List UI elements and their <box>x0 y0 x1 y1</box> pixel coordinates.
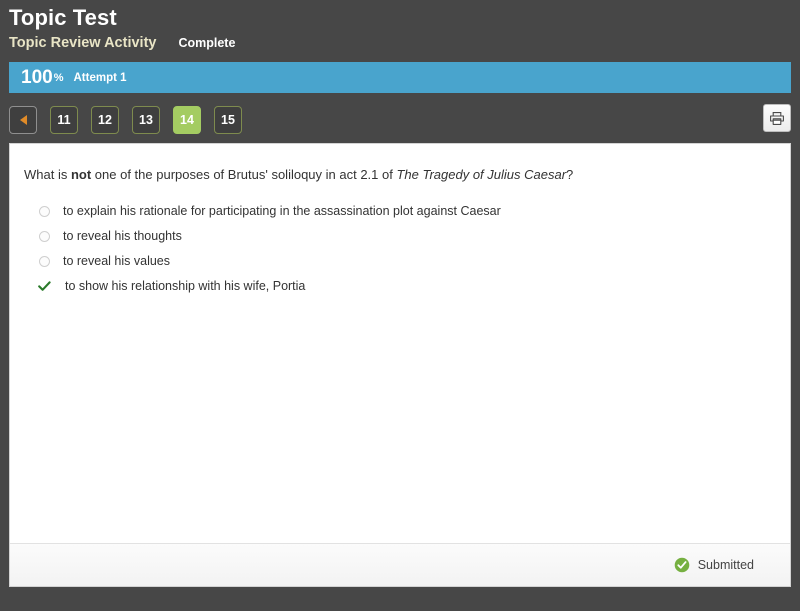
page-button-13[interactable]: 13 <box>132 106 160 134</box>
page-title: Topic Test <box>9 5 117 30</box>
answer-option-label: to explain his rationale for participati… <box>63 204 501 218</box>
answer-option-4[interactable]: to show his relationship with his wife, … <box>24 274 776 299</box>
answer-option-3[interactable]: to reveal his values <box>24 249 776 274</box>
score-percent-symbol: % <box>53 71 64 84</box>
printer-icon <box>770 111 784 125</box>
submitted-check-circle-icon <box>674 557 690 573</box>
question-text: What is not one of the purposes of Brutu… <box>24 166 776 183</box>
question-card: What is not one of the purposes of Brutu… <box>9 143 791 587</box>
page-button-12[interactable]: 12 <box>91 106 119 134</box>
question-middle: one of the purposes of Brutus' soliloquy… <box>91 167 397 182</box>
submitted-status: Submitted <box>674 557 754 573</box>
radio-unselected-icon[interactable] <box>39 206 50 217</box>
score-bar: 100% Attempt 1 <box>9 62 791 93</box>
subtitle-row: Topic Review Activity Complete <box>9 34 791 54</box>
checkmark-icon <box>38 281 51 292</box>
attempt-label: Attempt 1 <box>73 71 127 84</box>
header: Topic Test Topic Review Activity Complet… <box>9 0 791 54</box>
print-button[interactable] <box>763 104 791 132</box>
answer-option-1[interactable]: to explain his rationale for participati… <box>24 199 776 224</box>
question-card-body: What is not one of the purposes of Brutu… <box>10 144 790 543</box>
answer-option-label: to show his relationship with his wife, … <box>65 279 306 293</box>
answer-option-2[interactable]: to reveal his thoughts <box>24 224 776 249</box>
pager: 11 12 13 14 15 <box>9 103 791 137</box>
radio-unselected-icon[interactable] <box>39 256 50 267</box>
card-footer: Submitted <box>10 543 790 586</box>
question-prefix: What is <box>24 167 71 182</box>
page-button-14[interactable]: 14 <box>173 106 201 134</box>
chevron-left-icon <box>19 115 27 125</box>
question-work-title: The Tragedy of Julius Caesar <box>396 167 567 182</box>
check-glyph <box>38 281 51 291</box>
answer-option-label: to reveal his thoughts <box>63 229 182 243</box>
completion-status: Complete <box>178 36 236 50</box>
radio-unselected-icon[interactable] <box>39 231 50 242</box>
submitted-label: Submitted <box>697 558 754 572</box>
quiz-page: Topic Test Topic Review Activity Complet… <box>0 0 800 611</box>
activity-subtitle: Topic Review Activity <box>9 35 157 51</box>
page-button-11[interactable]: 11 <box>50 106 78 134</box>
answer-option-label: to reveal his values <box>63 254 171 268</box>
score-value: 100 <box>21 67 53 88</box>
question-suffix: ? <box>566 167 574 182</box>
previous-page-button[interactable] <box>9 106 37 134</box>
page-button-15[interactable]: 15 <box>214 106 242 134</box>
answer-options: to explain his rationale for participati… <box>24 199 776 299</box>
question-emphasis: not <box>70 167 92 182</box>
